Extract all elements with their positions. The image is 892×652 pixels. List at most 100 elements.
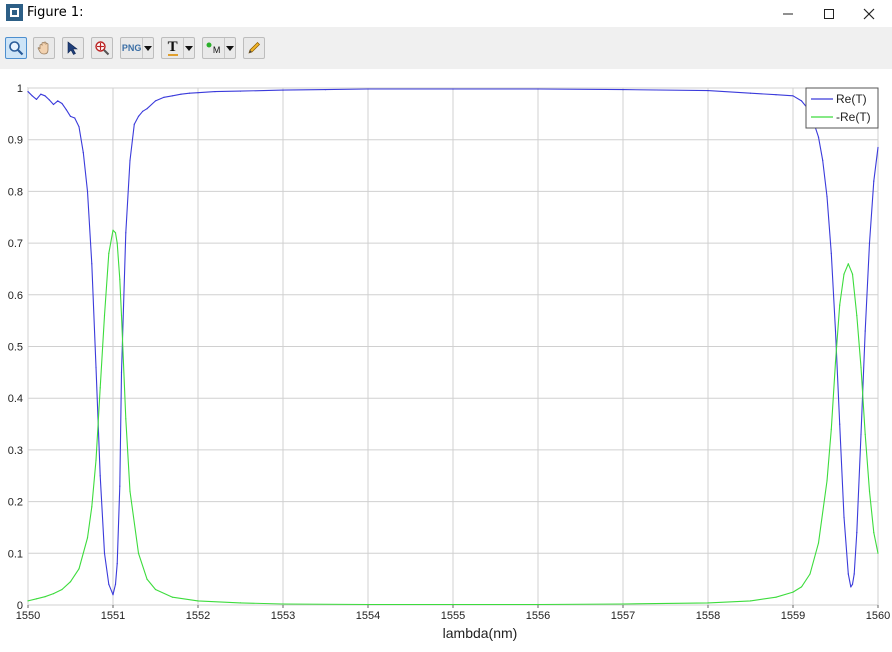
data-point-series-1 (171, 596, 174, 598)
x-tick-label: 1559 (781, 610, 805, 622)
data-point-series-1 (125, 418, 127, 420)
figure-window-icon (6, 4, 23, 21)
zoom-tool-button[interactable] (5, 37, 27, 59)
y-tick-label: 0.9 (8, 135, 23, 147)
data-point-series-1 (367, 603, 369, 606)
data-point-series-1 (809, 573, 811, 575)
data-point-series-0 (843, 516, 845, 518)
data-point-series-0 (622, 89, 624, 91)
y-tick-label: 0.4 (8, 393, 23, 405)
y-tick-label: 0.2 (8, 497, 23, 509)
data-point-series-1 (864, 433, 866, 435)
data-point-series-0 (188, 92, 191, 94)
hand-icon (37, 41, 49, 55)
line-chart[interactable]: 1550 1551 1552 1553 1554 1555 1556 1557 1558 1559… (0, 69, 892, 647)
data-point-series-1 (749, 600, 752, 602)
data-point-series-1 (69, 581, 72, 583)
data-point-series-0 (40, 93, 42, 95)
data-point-series-0 (119, 485, 121, 487)
data-point-series-0 (95, 366, 97, 368)
data-point-series-1 (197, 600, 199, 602)
data-point-series-0 (44, 95, 46, 97)
minimize-button[interactable] (765, 0, 811, 27)
data-point-series-1 (99, 387, 101, 389)
data-point-series-1 (137, 552, 140, 554)
maximize-icon (824, 8, 834, 19)
data-point-series-1 (707, 602, 709, 604)
data-point-series-0 (367, 88, 369, 90)
marker-dropdown-arrow[interactable] (224, 38, 235, 58)
marker-tool-button[interactable]: M (202, 37, 236, 59)
data-point-series-0 (129, 159, 131, 161)
zoom-reset-tool-button[interactable] (91, 37, 113, 59)
data-point-series-0 (74, 117, 76, 119)
data-point-series-0 (707, 90, 709, 92)
data-point-series-0 (873, 180, 875, 182)
data-point-series-1 (108, 252, 110, 254)
x-tick-label: 1555 (441, 610, 465, 622)
chevron-down-icon (185, 45, 194, 51)
export-png-tool-button[interactable]: PNG (120, 37, 154, 59)
pan-tool-button[interactable] (33, 37, 55, 59)
text-dropdown-arrow[interactable] (183, 38, 194, 58)
data-point-series-1 (851, 273, 854, 275)
data-point-series-1 (817, 542, 820, 544)
data-point-series-1 (856, 314, 858, 317)
data-point-series-1 (830, 428, 832, 430)
data-point-series-1 (95, 459, 97, 461)
data-point-series-0 (86, 190, 89, 192)
data-point-series-0 (775, 94, 777, 96)
data-point-series-0 (146, 108, 148, 110)
select-tool-button[interactable] (62, 37, 84, 59)
data-point-series-1 (873, 532, 875, 534)
data-point-series-0 (800, 100, 803, 102)
data-point-series-0 (239, 90, 242, 92)
data-point-series-1 (114, 232, 117, 234)
y-tick-label: 0.6 (8, 290, 23, 302)
x-tick-label: 1557 (611, 610, 635, 622)
data-point-series-0 (137, 115, 140, 117)
data-point-series-0 (324, 89, 327, 91)
chevron-down-icon (226, 45, 235, 51)
data-point-series-0 (163, 96, 165, 98)
data-point-series-1 (44, 596, 46, 598)
data-point-series-0 (847, 573, 849, 575)
data-point-series-1 (27, 600, 29, 602)
data-point-series-1 (61, 588, 63, 591)
close-button[interactable] (846, 0, 892, 27)
text-tool-button[interactable]: T (161, 37, 195, 59)
edit-tool-button[interactable] (243, 37, 265, 59)
data-point-series-1 (91, 506, 93, 508)
data-point-series-0 (103, 552, 106, 554)
data-point-series-1 (847, 263, 849, 265)
y-tick-label: 0.8 (8, 186, 23, 198)
png-label: PNG (121, 43, 142, 53)
png-dropdown-arrow[interactable] (142, 38, 153, 58)
y-tick-label: 0.5 (8, 342, 23, 354)
data-point-series-0 (48, 99, 50, 101)
data-point-series-0 (114, 583, 117, 585)
data-point-series-1 (860, 366, 862, 368)
data-point-series-0 (537, 88, 539, 90)
data-point-series-1 (452, 603, 454, 606)
data-point-series-0 (112, 594, 114, 596)
data-point-series-1 (834, 361, 837, 363)
plot-area[interactable]: 1550 1551 1552 1553 1554 1555 1556 1557 1558 1559… (0, 69, 892, 647)
data-point-series-1 (826, 480, 828, 482)
data-point-series-0 (108, 583, 110, 585)
legend-label-1: -Re(T) (836, 110, 871, 124)
x-tick-label: 1554 (356, 610, 380, 622)
data-point-series-0 (65, 109, 67, 111)
chevron-down-icon (144, 45, 153, 51)
data-point-series-1 (116, 242, 118, 244)
x-tick-label: 1553 (271, 610, 295, 622)
figure-toolbar: PNG T M (0, 27, 892, 69)
data-point-series-0 (214, 91, 216, 93)
data-point-series-1 (239, 602, 242, 604)
data-point-series-0 (851, 583, 854, 585)
data-point-series-0 (826, 196, 828, 198)
data-point-series-0 (82, 152, 84, 154)
close-icon (863, 8, 875, 19)
data-point-series-0 (877, 146, 879, 149)
pencil-icon (248, 42, 260, 54)
